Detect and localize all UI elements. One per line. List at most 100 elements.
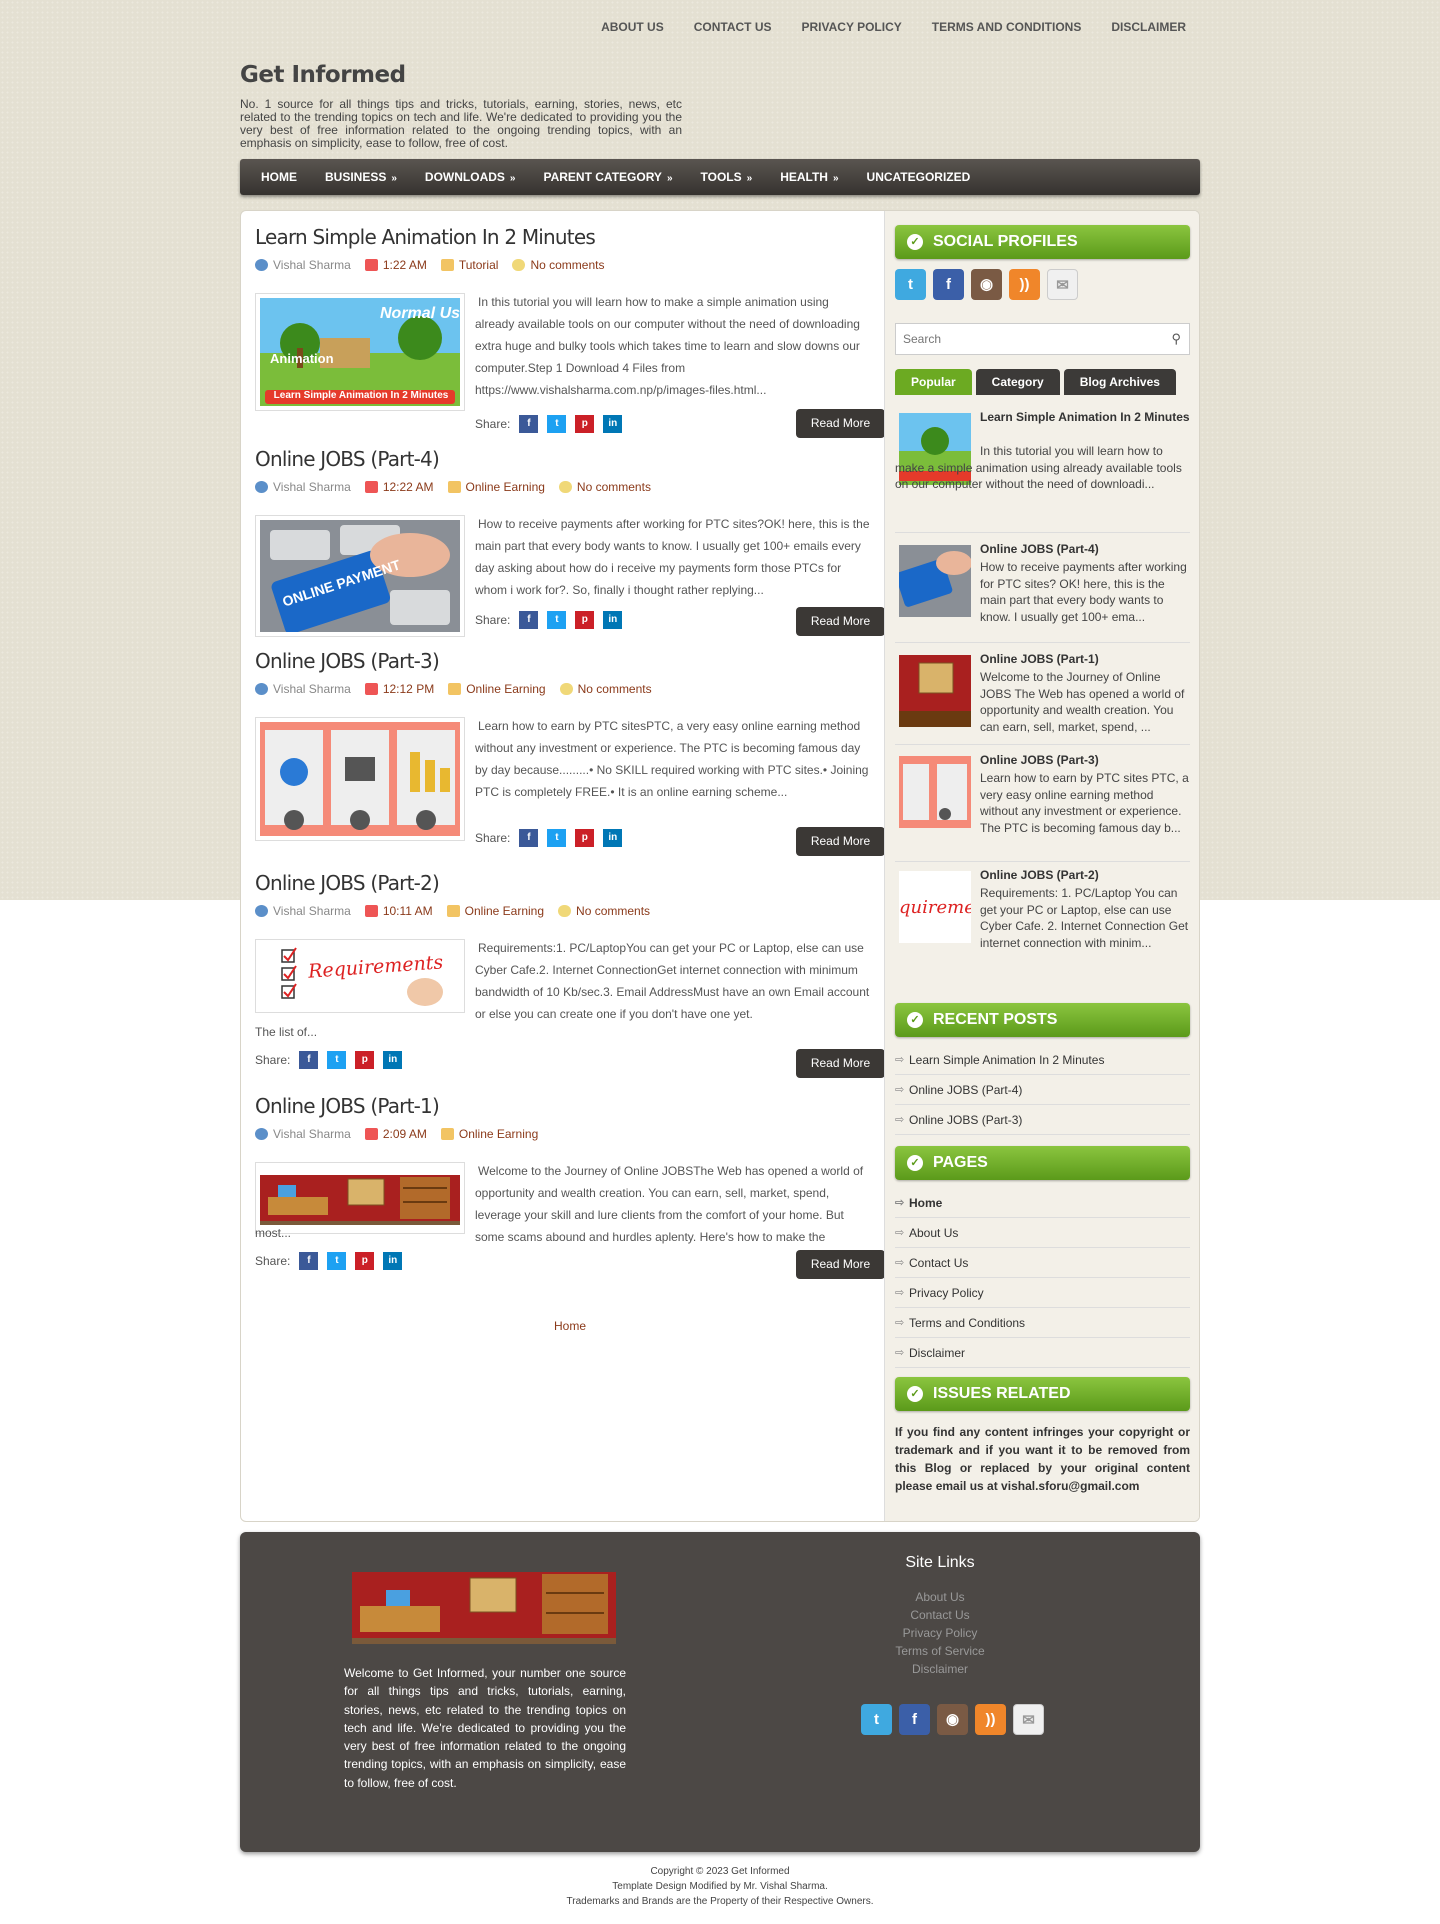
top-link-terms[interactable]: TERMS AND CONDITIONS xyxy=(932,20,1082,34)
pinterest-icon[interactable]: p xyxy=(575,415,595,433)
read-more-button[interactable]: Read More xyxy=(796,1250,885,1279)
search-input[interactable] xyxy=(903,332,1153,346)
facebook-icon[interactable]: f xyxy=(299,1051,319,1069)
facebook-icon[interactable]: f xyxy=(519,829,539,847)
twitter-icon[interactable]: t xyxy=(327,1051,347,1069)
mail-icon[interactable]: ✉ xyxy=(1013,1704,1044,1735)
rss-icon[interactable]: )) xyxy=(975,1704,1006,1735)
nav-downloads[interactable]: DOWNLOADS » xyxy=(425,170,516,184)
pinterest-icon[interactable]: p xyxy=(575,611,595,629)
post-author[interactable]: Vishal Sharma xyxy=(273,258,351,272)
popular-post[interactable]: Online JOBS (Part-1) Welcome to the Jour… xyxy=(895,651,1190,745)
post-comments[interactable]: No comments xyxy=(577,480,651,494)
page-link-contact[interactable]: Contact Us xyxy=(895,1248,1190,1278)
footer-link-privacy[interactable]: Privacy Policy xyxy=(860,1624,1020,1642)
instagram-icon[interactable]: ◉ xyxy=(971,269,1002,300)
recent-post-link[interactable]: Online JOBS (Part-4) xyxy=(895,1075,1190,1105)
popular-post[interactable]: quireme Online JOBS (Part-2) Requirement… xyxy=(895,867,1190,977)
post-title[interactable]: Online JOBS (Part-4) xyxy=(255,447,885,471)
top-link-contact[interactable]: CONTACT US xyxy=(694,20,772,34)
twitter-icon[interactable]: t xyxy=(547,611,567,629)
site-title[interactable]: Get Informed xyxy=(240,62,406,88)
post-comments[interactable]: No comments xyxy=(530,258,604,272)
tab-category[interactable]: Category xyxy=(975,369,1060,395)
post-category[interactable]: Tutorial xyxy=(459,258,499,272)
post-time[interactable]: 12:22 AM xyxy=(383,480,434,494)
read-more-button[interactable]: Read More xyxy=(796,409,885,438)
top-link-about[interactable]: ABOUT US xyxy=(601,20,664,34)
post-title[interactable]: Online JOBS (Part-1) xyxy=(255,1094,885,1118)
pinterest-icon[interactable]: p xyxy=(575,829,595,847)
post-category[interactable]: Online Earning xyxy=(466,480,545,494)
linkedin-icon[interactable]: in xyxy=(383,1252,403,1270)
post-time[interactable]: 10:11 AM xyxy=(383,904,433,918)
facebook-icon[interactable]: f xyxy=(519,611,539,629)
linkedin-icon[interactable]: in xyxy=(603,829,623,847)
post-time[interactable]: 1:22 AM xyxy=(383,258,427,272)
twitter-icon[interactable]: t xyxy=(327,1252,347,1270)
post-author[interactable]: Vishal Sharma xyxy=(273,480,351,494)
post-author[interactable]: Vishal Sharma xyxy=(273,904,351,918)
tab-blog-archives[interactable]: Blog Archives xyxy=(1063,369,1176,395)
post-author[interactable]: Vishal Sharma xyxy=(273,1127,351,1141)
post-thumbnail[interactable] xyxy=(255,717,465,841)
twitter-icon[interactable]: t xyxy=(861,1704,892,1735)
page-link-privacy[interactable]: Privacy Policy xyxy=(895,1278,1190,1308)
instagram-icon[interactable]: ◉ xyxy=(937,1704,968,1735)
nav-tools[interactable]: TOOLS » xyxy=(701,170,753,184)
post-author[interactable]: Vishal Sharma xyxy=(273,682,351,696)
twitter-icon[interactable]: t xyxy=(547,829,567,847)
facebook-icon[interactable]: f xyxy=(299,1252,319,1270)
tab-popular[interactable]: Popular xyxy=(895,369,972,395)
home-link[interactable]: Home xyxy=(255,1319,885,1333)
page-link-disclaimer[interactable]: Disclaimer xyxy=(895,1338,1190,1368)
recent-post-link[interactable]: Online JOBS (Part-3) xyxy=(895,1105,1190,1135)
footer-link-about[interactable]: About Us xyxy=(860,1588,1020,1606)
popular-post-title[interactable]: Learn Simple Animation In 2 Minutes xyxy=(980,409,1190,425)
search-icon[interactable]: ⚲ xyxy=(1171,331,1181,347)
read-more-button[interactable]: Read More xyxy=(796,1049,885,1078)
nav-health[interactable]: HEALTH » xyxy=(780,170,838,184)
twitter-icon[interactable]: t xyxy=(547,415,567,433)
post-title[interactable]: Online JOBS (Part-2) xyxy=(255,871,885,895)
top-link-disclaimer[interactable]: DISCLAIMER xyxy=(1111,20,1186,34)
post-comments[interactable]: No comments xyxy=(578,682,652,696)
popular-post-title[interactable]: Online JOBS (Part-2) xyxy=(980,867,1190,883)
post-thumbnail[interactable]: Normal User Animation Learn Simple Anima… xyxy=(255,293,476,411)
popular-post-title[interactable]: Online JOBS (Part-1) xyxy=(980,651,1190,667)
post-category[interactable]: Online Earning xyxy=(465,904,544,918)
popular-post[interactable]: Learn Simple Animation In 2 Minutes In t… xyxy=(895,409,1190,533)
linkedin-icon[interactable]: in xyxy=(603,415,623,433)
post-thumbnail[interactable]: Requirements xyxy=(255,939,465,1013)
post-title[interactable]: Learn Simple Animation In 2 Minutes xyxy=(255,225,885,249)
nav-parent-category[interactable]: PARENT CATEGORY » xyxy=(543,170,672,184)
top-link-privacy[interactable]: PRIVACY POLICY xyxy=(802,20,902,34)
popular-post[interactable]: Online JOBS (Part-4) How to receive paym… xyxy=(895,541,1190,643)
facebook-icon[interactable]: f xyxy=(933,269,964,300)
pinterest-icon[interactable]: p xyxy=(355,1252,375,1270)
post-time[interactable]: 12:12 PM xyxy=(383,682,434,696)
popular-post-title[interactable]: Online JOBS (Part-3) xyxy=(980,752,1190,768)
page-link-home[interactable]: Home xyxy=(895,1188,1190,1218)
twitter-icon[interactable]: t xyxy=(895,269,926,300)
linkedin-icon[interactable]: in xyxy=(603,611,623,629)
nav-business[interactable]: BUSINESS » xyxy=(325,170,397,184)
post-comments[interactable]: No comments xyxy=(576,904,650,918)
post-thumbnail[interactable] xyxy=(255,1162,465,1234)
footer-link-terms[interactable]: Terms of Service xyxy=(860,1642,1020,1660)
post-title[interactable]: Online JOBS (Part-3) xyxy=(255,649,885,673)
page-link-terms[interactable]: Terms and Conditions xyxy=(895,1308,1190,1338)
footer-link-disclaimer[interactable]: Disclaimer xyxy=(860,1660,1020,1678)
post-category[interactable]: Online Earning xyxy=(459,1127,538,1141)
page-link-about[interactable]: About Us xyxy=(895,1218,1190,1248)
recent-post-link[interactable]: Learn Simple Animation In 2 Minutes xyxy=(895,1045,1190,1075)
facebook-icon[interactable]: f xyxy=(899,1704,930,1735)
nav-home[interactable]: HOME xyxy=(261,170,297,184)
footer-link-contact[interactable]: Contact Us xyxy=(860,1606,1020,1624)
post-thumbnail[interactable]: ONLINE PAYMENT xyxy=(255,515,465,637)
post-time[interactable]: 2:09 AM xyxy=(383,1127,427,1141)
mail-icon[interactable]: ✉ xyxy=(1047,269,1078,300)
post-category[interactable]: Online Earning xyxy=(466,682,545,696)
read-more-button[interactable]: Read More xyxy=(796,607,885,636)
pinterest-icon[interactable]: p xyxy=(355,1051,375,1069)
